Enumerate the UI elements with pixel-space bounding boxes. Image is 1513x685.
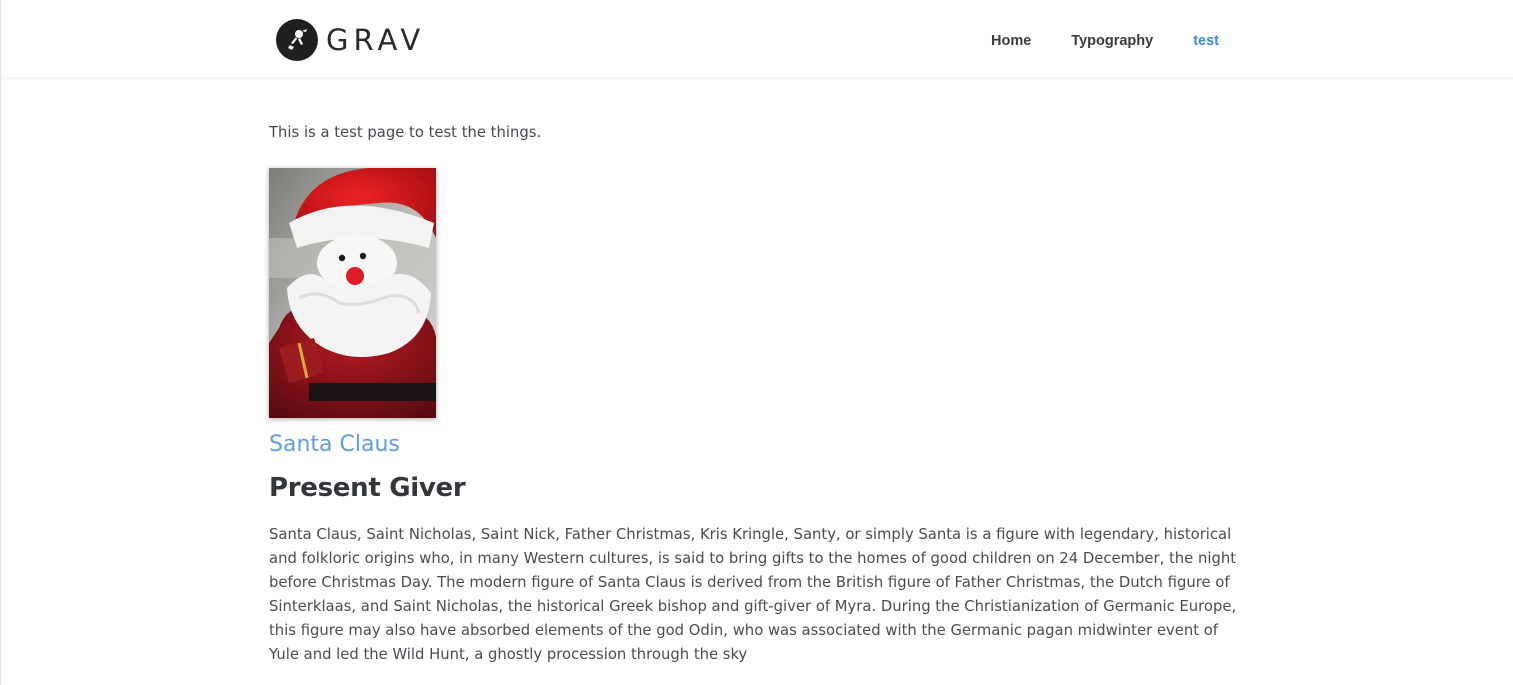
nav-test[interactable]: test xyxy=(1193,31,1219,51)
santa-photo-icon xyxy=(269,168,436,418)
astronaut-logo-icon xyxy=(276,19,318,61)
main-nav: Home Typography test xyxy=(991,31,1219,51)
site-header: GRAV Home Typography test xyxy=(0,0,1513,79)
page-content: This is a test page to test the things. xyxy=(269,120,1249,667)
image-caption[interactable]: Santa Claus xyxy=(269,430,1249,460)
body-paragraph: Santa Claus, Saint Nicholas, Saint Nick,… xyxy=(269,526,1237,663)
santa-image[interactable] xyxy=(269,168,436,418)
nav-typography[interactable]: Typography xyxy=(1071,31,1153,51)
intro-text: This is a test page to test the things. xyxy=(269,124,542,141)
nav-home[interactable]: Home xyxy=(991,31,1031,51)
window-edge xyxy=(0,0,1,685)
site-logo[interactable]: GRAV xyxy=(276,19,425,61)
page-heading: Present Giver xyxy=(269,473,466,503)
logo-text: GRAV xyxy=(326,23,426,57)
